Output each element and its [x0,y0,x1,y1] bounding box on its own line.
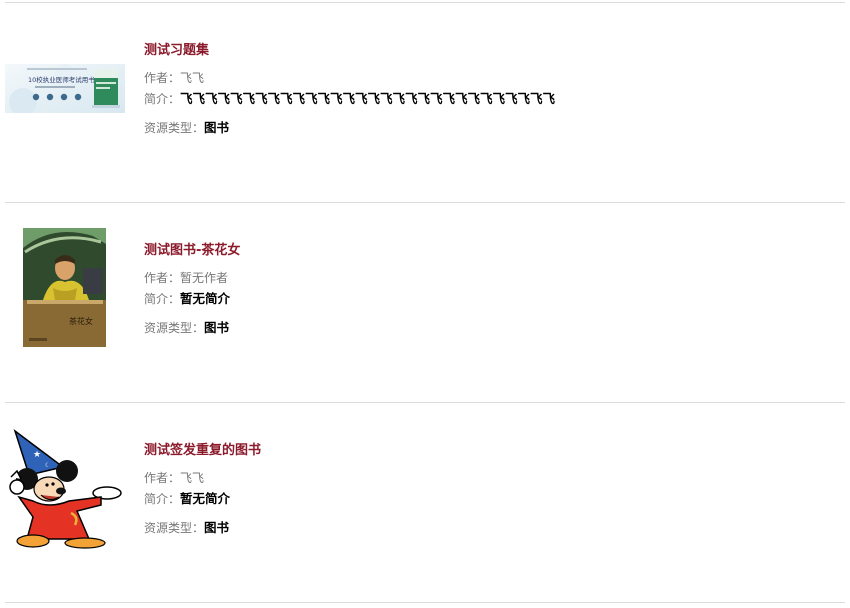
summary-value: 暂无简介 [180,491,231,506]
author-line: 作者：飞飞 [144,469,204,486]
item-title[interactable]: 测试签发重复的图书 [144,439,261,458]
author-line: 作者：暂无作者 [144,269,228,286]
resource-type-value: 图书 [204,520,230,535]
resource-type-line: 资源类型：图书 [144,117,229,136]
resource-type-line: 资源类型：图书 [144,317,229,336]
author-line: 作者：飞飞 [144,69,204,86]
resource-type-line: 资源类型：图书 [144,517,229,536]
summary-value: 飞飞飞飞飞飞飞飞飞飞飞飞飞飞飞飞飞飞飞飞飞飞飞飞飞飞飞飞飞飞 [180,91,556,106]
summary-label: 简介： [144,492,181,506]
summary-line: 简介：飞飞飞飞飞飞飞飞飞飞飞飞飞飞飞飞飞飞飞飞飞飞飞飞飞飞飞飞飞飞 [144,88,555,107]
author-value: 飞飞 [180,471,205,485]
svg-text:☾: ☾ [45,462,50,469]
author-value: 暂无作者 [180,271,229,285]
author-value: 飞飞 [180,71,205,85]
resource-type-value: 图书 [204,120,230,135]
summary-label: 简介： [144,292,181,306]
list-item: ★ ☾ 测试签发重复的图书 作者：飞飞 简介：暂无简介 资源类型：图书 [0,403,850,603]
svg-text:10校执业医师考试用书: 10校执业医师考试用书 [28,75,95,84]
resource-type-label: 资源类型： [144,321,205,335]
summary-line: 简介：暂无简介 [144,288,230,307]
author-label: 作者： [144,271,181,285]
summary-label: 简介： [144,92,181,106]
author-label: 作者： [144,471,181,485]
summary-line: 简介：暂无简介 [144,488,230,507]
resource-type-value: 图书 [204,320,230,335]
item-title[interactable]: 测试图书-茶花女 [144,239,240,258]
book-cover-image[interactable]: 茶花女 [23,228,106,347]
resource-type-label: 资源类型： [144,521,205,535]
svg-text:★: ★ [33,450,41,460]
divider [5,602,845,603]
author-label: 作者： [144,71,181,85]
list-item: 10校执业医师考试用书 测试习题集 作者：飞飞 简介：飞飞飞飞飞飞飞飞飞飞飞飞飞… [0,3,850,203]
summary-value: 暂无简介 [180,291,231,306]
resource-type-label: 资源类型： [144,121,205,135]
book-cover-image[interactable]: ★ ☾ [5,427,125,549]
book-cover-image[interactable]: 10校执业医师考试用书 [5,64,125,113]
book-cover-title: 茶花女 [69,316,93,326]
list-item: 茶花女 测试图书-茶花女 作者：暂无作者 简介：暂无简介 资源类型：图书 [0,203,850,403]
item-title[interactable]: 测试习题集 [144,39,209,58]
